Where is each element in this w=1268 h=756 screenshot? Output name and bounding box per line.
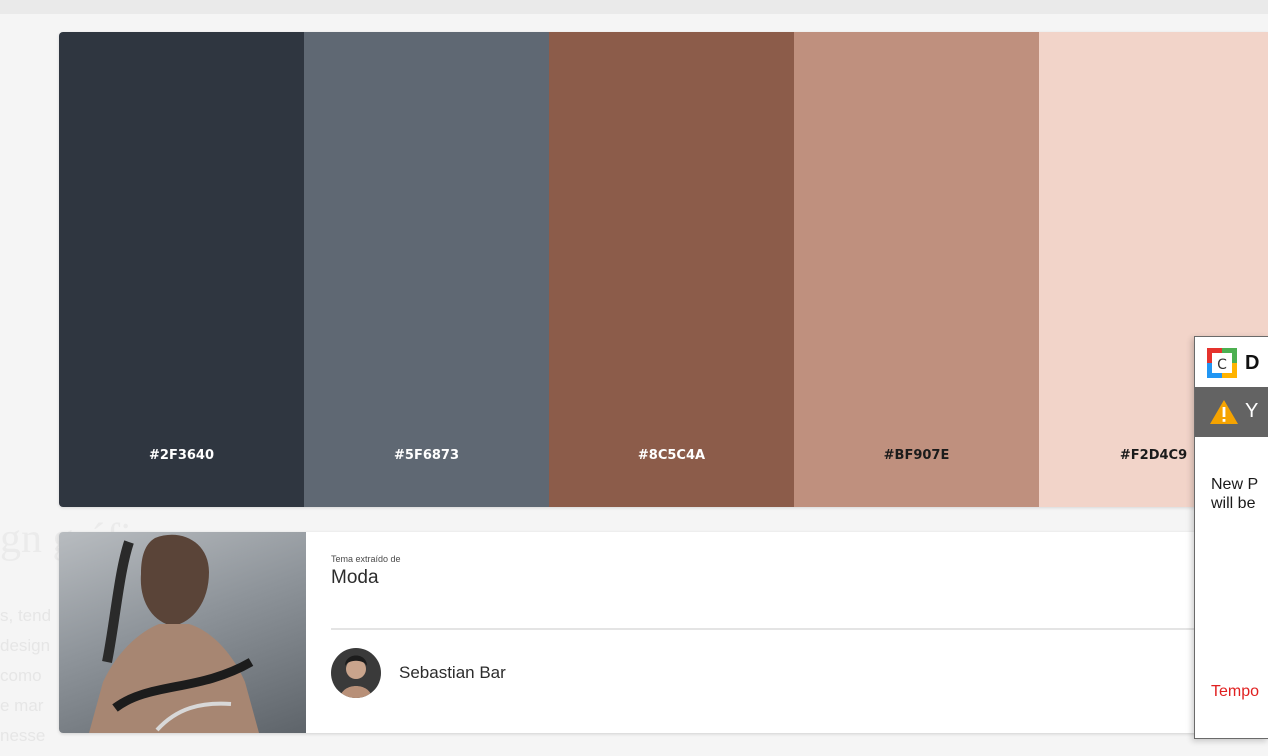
color-swatch-1[interactable]: #2F3640	[59, 32, 304, 507]
warning-bar: Y	[1195, 387, 1268, 437]
popup-message: New P will be	[1211, 475, 1258, 513]
popup-alert-text: Tempo	[1211, 683, 1260, 700]
swatch-hex-label: #8C5C4A	[637, 448, 706, 463]
person-icon	[340, 655, 372, 698]
swatch-hex-label: #5F6873	[394, 448, 459, 463]
color-swatch-2[interactable]: #5F6873	[304, 32, 549, 507]
source-label: Tema extraído de	[331, 554, 401, 564]
popup-window[interactable]: C D Y New P will be Tempo	[1194, 336, 1268, 739]
background-line: design	[0, 636, 51, 655]
background-line: e mar	[0, 696, 44, 715]
source-image[interactable]	[59, 532, 306, 733]
popup-title: D	[1245, 352, 1260, 374]
color-palette: #2F3640 #5F6873 #8C5C4A #BF907E #F2D4C9	[59, 32, 1268, 507]
background-line: s, tend	[0, 606, 52, 625]
source-title[interactable]: Moda	[331, 567, 379, 589]
warning-icon	[1210, 400, 1238, 424]
popup-header: C D	[1195, 337, 1268, 387]
author-name[interactable]: Sebastian Bar	[399, 663, 506, 683]
popup-message-line: New P	[1211, 476, 1259, 493]
warning-text: Y	[1245, 400, 1259, 422]
popup-message-line: will be	[1211, 495, 1256, 512]
divider	[331, 628, 1268, 630]
fashion-photo	[89, 534, 259, 733]
swatch-hex-label: #2F3640	[149, 448, 214, 463]
background-line: como	[0, 666, 42, 685]
color-swatch-4[interactable]: #BF907E	[794, 32, 1039, 507]
color-swatch-3[interactable]: #8C5C4A	[549, 32, 794, 507]
top-bar	[0, 0, 1268, 14]
swatch-hex-label: #BF907E	[883, 448, 950, 463]
svg-text:C: C	[1217, 357, 1227, 373]
app-logo-icon: C	[1207, 348, 1237, 378]
background-line: nesse	[0, 726, 46, 745]
theme-source-card: Tema extraído de Moda Sebastian Bar	[59, 532, 1268, 733]
author-avatar[interactable]	[331, 648, 381, 698]
background-text: s, tend design como e mar nesse	[0, 606, 51, 756]
